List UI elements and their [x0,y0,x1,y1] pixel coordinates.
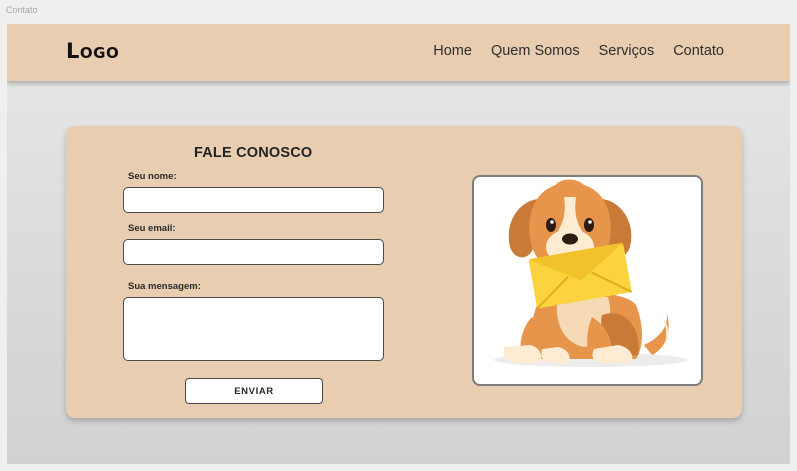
artboard-label: Contato [6,5,38,15]
send-button[interactable]: ENVIAR [185,378,323,404]
page-frame: Logo Home Quem Somos Serviços Contato FA… [7,24,790,464]
site-header: Logo Home Quem Somos Serviços Contato [7,24,790,81]
email-label: Seu email: [128,223,176,234]
message-label: Sua mensagem: [128,281,201,292]
name-label: Seu nome: [128,171,177,182]
main-nav: Home Quem Somos Serviços Contato [433,43,724,59]
nav-link-home[interactable]: Home [433,43,472,59]
message-textarea[interactable] [123,297,384,361]
dog-with-envelope-icon [494,179,688,367]
nav-link-servicos[interactable]: Serviços [599,43,655,59]
form-title: FALE CONOSCO [194,145,313,161]
nav-link-contato[interactable]: Contato [673,43,724,59]
nav-link-quem-somos[interactable]: Quem Somos [491,43,580,59]
email-input[interactable] [123,239,384,265]
logo[interactable]: Logo [66,39,119,63]
illustration-frame [472,175,703,386]
name-input[interactable] [123,187,384,213]
contact-card: FALE CONOSCO Seu nome: Seu email: Sua me… [66,126,742,418]
